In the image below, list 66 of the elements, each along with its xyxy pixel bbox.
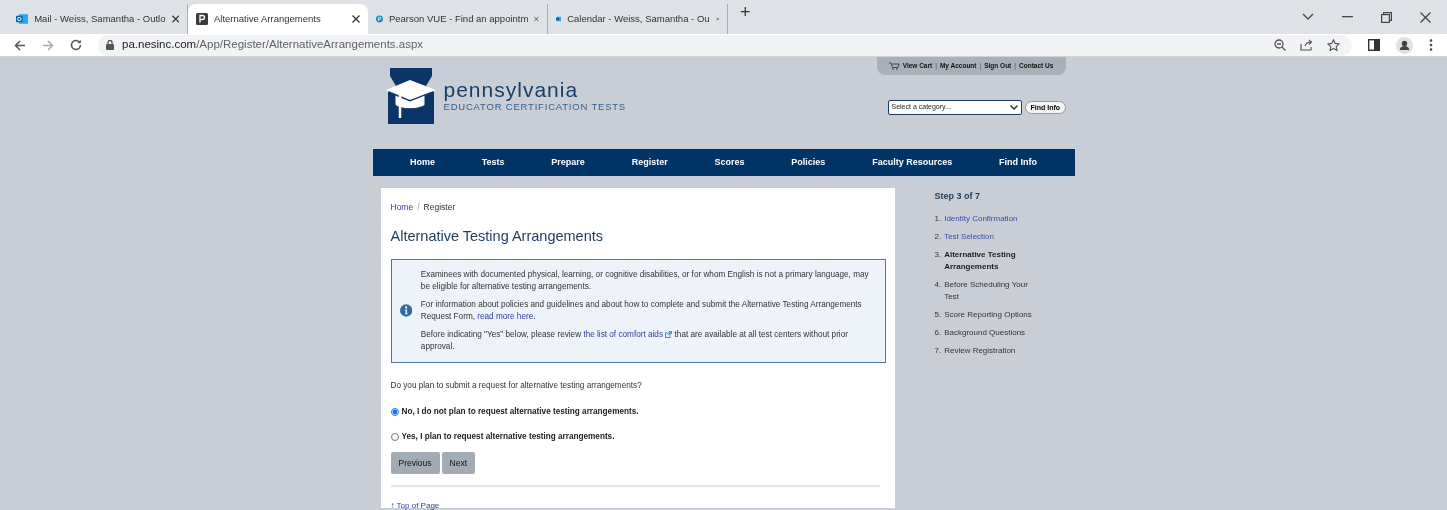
star-icon[interactable]	[1327, 39, 1340, 51]
nav-link[interactable]: Register	[631, 155, 668, 170]
info-paragraph: Before indicating "Yes" below, please review the list of comfort aids that are available at all test centers without prior approval.	[420, 328, 849, 353]
info-paragraph: Examinees with documented physical, learning, or cognitive disabilities, or for whom English is not a primary language, may be eligible for alternative testing arrangements.	[420, 268, 870, 293]
site-icon	[196, 13, 208, 25]
close-icon[interactable]	[352, 15, 360, 23]
top-of-page-link[interactable]: ↑ Top of Page	[390, 500, 885, 510]
reload-icon[interactable]	[70, 39, 82, 51]
step-label: Review Registration	[944, 344, 1016, 357]
question-text: Do you plan to submit a request for alternative testing arrangements?	[390, 379, 643, 392]
address-bar[interactable]: pa.nesinc.com/App/Register/AlternativeArrangements.aspx	[98, 34, 1352, 56]
step-number: 4.	[934, 278, 942, 291]
breadcrumb-current: Register	[423, 201, 456, 214]
cart-icon	[888, 62, 900, 70]
chevron-down-icon	[1009, 105, 1018, 110]
url-text: pa.nesinc.com/App/Register/AlternativeArrangements.aspx	[122, 37, 424, 53]
browser-tab[interactable]: Alternative Arrangements	[188, 4, 368, 34]
site-icon	[376, 13, 383, 25]
lock-icon	[106, 40, 114, 50]
new-tab-button[interactable]: +	[740, 0, 751, 26]
option-label: No, I do not plan to request alternative testing arrangements.	[401, 405, 639, 418]
nav-link[interactable]: Tests	[481, 155, 505, 170]
separator: /	[417, 201, 420, 214]
radio-button[interactable]	[390, 433, 399, 442]
minimize-icon[interactable]	[1342, 16, 1353, 18]
radio-button[interactable]	[390, 407, 399, 416]
step-number: 3.	[934, 248, 942, 261]
step-label: Score Reporting Options	[944, 308, 1032, 321]
zoom-icon[interactable]	[1274, 39, 1286, 51]
back-icon[interactable]	[14, 39, 26, 51]
option-label: Yes, I plan to request alternative testing arrangements.	[401, 431, 615, 444]
step-number: 1.	[934, 212, 942, 225]
nav-link[interactable]: Faculty Resources	[872, 155, 953, 170]
mail-app-icon	[16, 13, 29, 25]
restore-icon[interactable]	[1381, 11, 1392, 23]
info-paragraph: For information about policies and guidelines and about how to complete and submit the Alternative Testing Arrangements Request Form, read more here.	[420, 298, 863, 323]
nav-link[interactable]: Find Info	[999, 155, 1037, 170]
logo-tagline: EDUCATOR CERTIFICATION TESTS	[443, 101, 626, 113]
nav-link[interactable]: Prepare	[551, 155, 585, 170]
menu-icon[interactable]	[1429, 39, 1433, 51]
nav-button[interactable]: Previous	[390, 452, 440, 475]
step-link[interactable]: Identity Confirmation	[944, 212, 1018, 225]
step-number: 6.	[934, 326, 942, 339]
step-number: 5.	[934, 308, 942, 321]
text-link[interactable]: the list of comfort aids	[583, 329, 663, 339]
step-label: Alternative Testing Arrangements	[944, 248, 1017, 273]
step-label: Background Questions	[944, 326, 1026, 339]
nav-link[interactable]: Policies	[791, 155, 826, 170]
side-panel-icon[interactable]	[1368, 39, 1380, 51]
nav-link[interactable]: Scores	[714, 155, 745, 170]
close-icon[interactable]	[171, 15, 179, 23]
info-icon	[399, 302, 412, 319]
share-icon[interactable]	[1300, 39, 1313, 51]
step-number: 2.	[934, 230, 942, 243]
close-icon[interactable]	[1420, 11, 1431, 23]
page-title: Alternative Testing Arrangements	[390, 226, 604, 246]
step-link[interactable]: Test Selection	[944, 230, 994, 243]
step-heading: Step 3 of 7	[934, 190, 981, 203]
chevron-down-icon[interactable]	[1302, 13, 1314, 21]
nav-button[interactable]: Next	[441, 452, 476, 475]
nav-link[interactable]: Home	[409, 155, 435, 170]
profile-icon[interactable]	[1396, 36, 1413, 54]
logo-name: pennsylvania	[443, 79, 580, 101]
breadcrumb-link[interactable]: Home	[390, 201, 414, 214]
step-label: Before Scheduling Your Test	[944, 278, 1029, 303]
step-number: 7.	[934, 344, 942, 357]
